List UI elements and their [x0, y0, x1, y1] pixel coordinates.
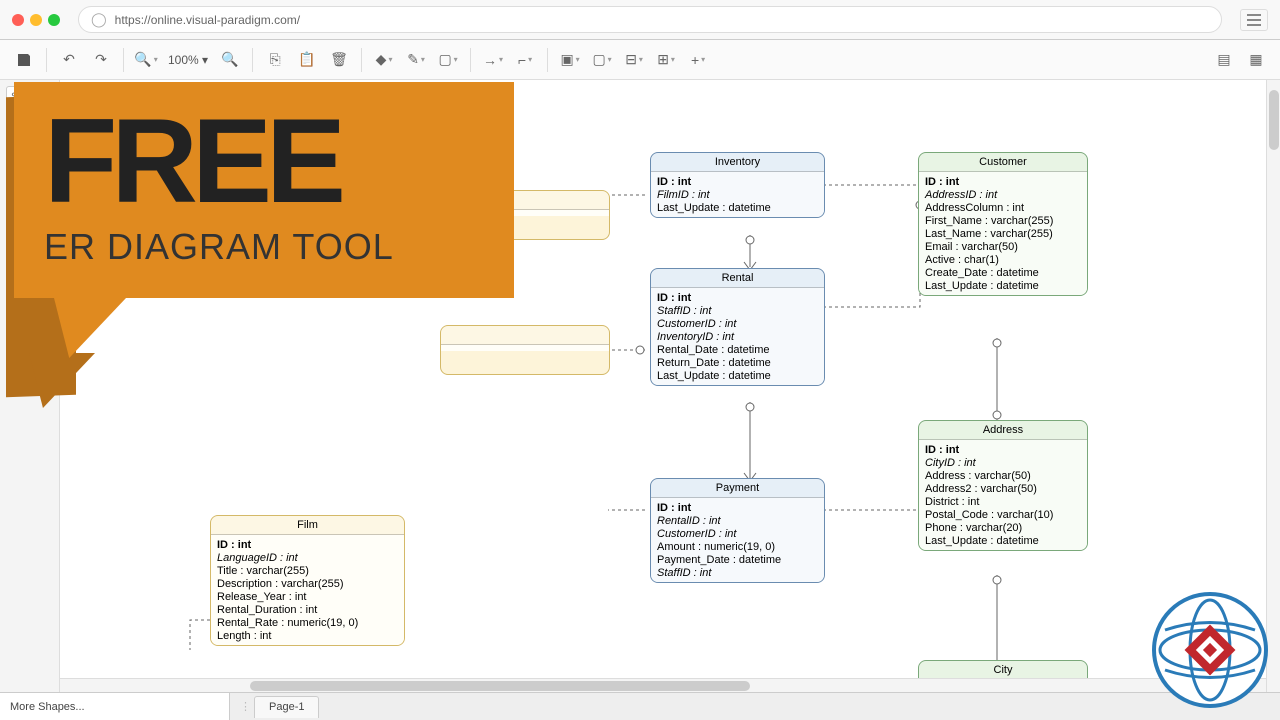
entity-field: Create_Date : datetime [925, 266, 1081, 279]
browser-chrome: ◯ https://online.visual-paradigm.com/ [0, 0, 1280, 40]
entity-customer[interactable]: Customer ID : intAddressID : intAddressC… [918, 152, 1088, 296]
shadow-button[interactable]: ▢ [434, 46, 462, 74]
promo-ribbon: FREE ER DIAGRAM TOOL [14, 82, 514, 358]
entity-title: Customer [919, 153, 1087, 172]
ribbon-subtitle: ER DIAGRAM TOOL [44, 226, 484, 268]
entity-field: Return_Date : datetime [657, 356, 818, 369]
save-button[interactable] [10, 46, 38, 74]
entity-title: Film [211, 516, 404, 535]
entity-title: Rental [651, 269, 824, 288]
entity-field: ID : int [657, 291, 818, 304]
entity-field: AddressColumn : int [925, 201, 1081, 214]
entity-field: ID : int [217, 538, 398, 551]
copy-button[interactable]: ⎘ [261, 46, 289, 74]
outline-panel-button[interactable]: ▦ [1242, 46, 1270, 74]
delete-button[interactable]: 🗑 [325, 46, 353, 74]
hamburger-menu-icon[interactable] [1240, 9, 1268, 31]
entity-film[interactable]: Film ID : intLanguageID : intTitle : var… [210, 515, 405, 646]
zoom-in-button[interactable]: 🔍 [216, 46, 244, 74]
redo-button[interactable]: ↷ [87, 46, 115, 74]
entity-address[interactable]: Address ID : intCityID : intAddress : va… [918, 420, 1088, 551]
line-color-button[interactable]: ✎ [402, 46, 430, 74]
add-button[interactable]: + [684, 46, 712, 74]
entity-field: Address2 : varchar(50) [925, 482, 1081, 495]
entity-field: ID : int [925, 175, 1081, 188]
entity-field: Rental_Rate : numeric(19, 0) [217, 616, 398, 629]
toolbar: ↶ ↷ 🔍 100% ▾ 🔍 ⎘ 📋 🗑 ◆ ✎ ▢ → ⌐ ▣ ▢ ⊟ ⊞ +… [0, 40, 1280, 80]
entity-field: StaffID : int [657, 304, 818, 317]
back-button[interactable]: ▢ [588, 46, 616, 74]
maximize-window-icon[interactable] [48, 14, 60, 26]
entity-field: Postal_Code : varchar(10) [925, 508, 1081, 521]
brand-logo-icon [1150, 590, 1270, 710]
entity-field: AddressID : int [925, 188, 1081, 201]
entity-title: Payment [651, 479, 824, 498]
url-text: https://online.visual-paradigm.com/ [115, 13, 300, 27]
close-window-icon[interactable] [12, 14, 24, 26]
entity-rental[interactable]: Rental ID : intStaffID : intCustomerID :… [650, 268, 825, 386]
entity-field: Last_Update : datetime [657, 369, 818, 382]
entity-field: Amount : numeric(19, 0) [657, 540, 818, 553]
zoom-level[interactable]: 100% ▾ [164, 53, 212, 67]
horizontal-scrollbar[interactable] [60, 678, 1266, 692]
more-shapes-button[interactable]: More Shapes... [0, 692, 230, 720]
zoom-out-button[interactable]: 🔍 [132, 46, 160, 74]
entity-field: Payment_Date : datetime [657, 553, 818, 566]
entity-inventory[interactable]: Inventory ID : intFilmID : intLast_Updat… [650, 152, 825, 218]
tab-drag-handle[interactable]: ⋮⋮ [240, 697, 250, 717]
entity-field: Title : varchar(255) [217, 564, 398, 577]
entity-field: Release_Year : int [217, 590, 398, 603]
front-button[interactable]: ▣ [556, 46, 584, 74]
entity-field: CustomerID : int [657, 317, 818, 330]
minimize-window-icon[interactable] [30, 14, 42, 26]
entity-field: District : int [925, 495, 1081, 508]
entity-field: First_Name : varchar(255) [925, 214, 1081, 227]
entity-field: Email : varchar(50) [925, 240, 1081, 253]
entity-field: Length : int [217, 629, 398, 642]
paste-button[interactable]: 📋 [293, 46, 321, 74]
entity-field: InventoryID : int [657, 330, 818, 343]
url-bar[interactable]: ◯ https://online.visual-paradigm.com/ [78, 6, 1222, 33]
entity-field: Phone : varchar(20) [925, 521, 1081, 534]
undo-button[interactable]: ↶ [55, 46, 83, 74]
entity-field: Description : varchar(255) [217, 577, 398, 590]
entity-field: FilmID : int [657, 188, 818, 201]
entity-payment[interactable]: Payment ID : intRentalID : intCustomerID… [650, 478, 825, 583]
entity-field: CustomerID : int [657, 527, 818, 540]
entity-title: Address [919, 421, 1087, 440]
entity-field: RentalID : int [657, 514, 818, 527]
entity-field: Active : char(1) [925, 253, 1081, 266]
entity-field: Last_Update : datetime [657, 201, 818, 214]
entity-field: Rental_Date : datetime [657, 343, 818, 356]
entity-field: LanguageID : int [217, 551, 398, 564]
connector-style-button[interactable]: → [479, 46, 507, 74]
info-icon: ◯ [91, 11, 107, 28]
align-button[interactable]: ⊟ [620, 46, 648, 74]
page-tab-1[interactable]: Page-1 [254, 696, 319, 718]
entity-field: Last_Update : datetime [925, 279, 1081, 292]
waypoint-style-button[interactable]: ⌐ [511, 46, 539, 74]
distribute-button[interactable]: ⊞ [652, 46, 680, 74]
entity-field: CityID : int [925, 456, 1081, 469]
entity-field: Last_Name : varchar(255) [925, 227, 1081, 240]
entity-field: Rental_Duration : int [217, 603, 398, 616]
entity-field: Last_Update : datetime [925, 534, 1081, 547]
entity-title: Inventory [651, 153, 824, 172]
entity-field: Address : varchar(50) [925, 469, 1081, 482]
fill-color-button[interactable]: ◆ [370, 46, 398, 74]
ribbon-title: FREE [44, 104, 484, 218]
entity-field: ID : int [657, 501, 818, 514]
entity-field: StaffID : int [657, 566, 818, 579]
entity-field: ID : int [925, 443, 1081, 456]
format-panel-button[interactable]: ▤ [1210, 46, 1238, 74]
entity-field: ID : int [657, 175, 818, 188]
